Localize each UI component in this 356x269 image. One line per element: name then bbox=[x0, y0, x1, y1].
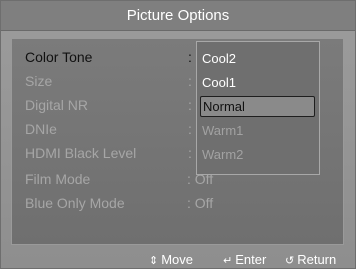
menu-item-label: Blue Only Mode bbox=[25, 195, 125, 211]
return-label: Return bbox=[297, 252, 337, 267]
move-hint: ⇕ Move bbox=[149, 251, 194, 268]
menu-item-value: : bbox=[188, 49, 192, 65]
menu-item-label: Film Mode bbox=[25, 171, 91, 187]
tv-osd-window: Picture Options Color Tone : Size : Digi… bbox=[0, 0, 356, 269]
menu-item-value: : bbox=[188, 97, 192, 113]
menu-item-label: HDMI Black Level bbox=[25, 145, 137, 161]
option-normal[interactable]: Normal bbox=[200, 96, 315, 117]
color-tone-dropdown[interactable]: Cool2 Cool1 Normal Warm1 Warm2 bbox=[196, 41, 320, 175]
move-label: Move bbox=[161, 252, 194, 267]
option-cool2[interactable]: Cool2 bbox=[200, 48, 315, 69]
menu-item-value: : bbox=[188, 73, 192, 89]
menu-item-label: Digital NR bbox=[25, 97, 89, 113]
option-cool1[interactable]: Cool1 bbox=[200, 72, 315, 93]
menu-item-value: : bbox=[188, 145, 192, 161]
return-icon: ↺ bbox=[285, 255, 295, 267]
enter-label: Enter bbox=[235, 252, 267, 267]
option-warm2: Warm2 bbox=[202, 147, 244, 162]
option-warm1: Warm1 bbox=[202, 123, 244, 138]
menu-item-value: : Off bbox=[187, 195, 214, 211]
enter-icon: ↵ bbox=[223, 255, 233, 267]
menu-item-blue-only-mode[interactable]: Blue Only Mode : Off bbox=[12, 191, 343, 215]
footer-hints: ⇕ Move ↵ Enter ↺ Return bbox=[1, 251, 355, 268]
menu-item-label: Color Tone bbox=[25, 49, 93, 65]
menu-item-label: DNIe bbox=[25, 121, 57, 137]
menu-title: Picture Options bbox=[1, 1, 355, 31]
return-hint: ↺ Return bbox=[285, 251, 337, 268]
up-down-arrows-icon: ⇕ bbox=[149, 255, 159, 267]
enter-hint: ↵ Enter bbox=[223, 251, 267, 268]
menu-item-value: : bbox=[188, 121, 192, 137]
menu-item-label: Size bbox=[25, 73, 53, 89]
